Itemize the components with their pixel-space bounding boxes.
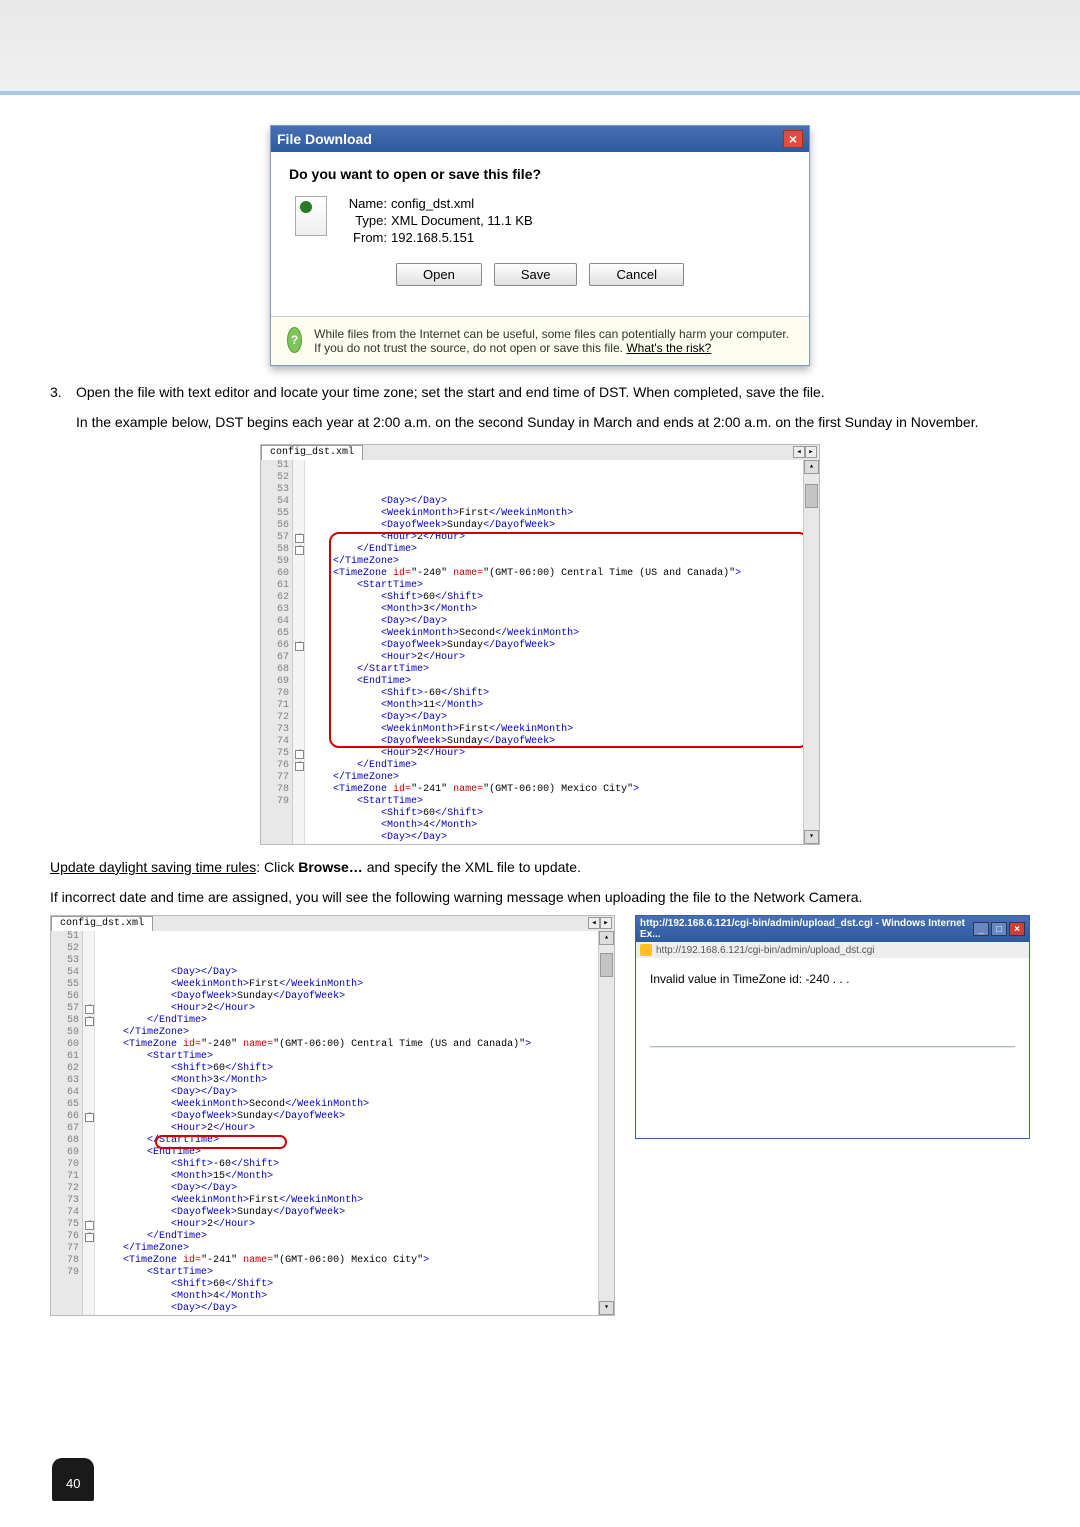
editor-tab[interactable]: config_dst.xml <box>261 445 363 460</box>
browse-label: Browse… <box>298 859 363 875</box>
close-icon[interactable]: × <box>783 130 803 148</box>
dialog-titlebar: File Download × <box>271 126 809 152</box>
dialog-question: Do you want to open or save this file? <box>289 166 791 182</box>
line-number-gutter: 5152535455565758596061626364656667686970… <box>261 460 293 844</box>
browser-url: http://192.168.6.121/cgi-bin/admin/uploa… <box>656 945 875 956</box>
browser-body: Invalid value in TimeZone id: -240 . . . <box>636 958 1029 1138</box>
from-value: 192.168.5.151 <box>391 230 474 245</box>
scroll-down-icon[interactable]: ▾ <box>599 1301 614 1315</box>
scroll-down-icon[interactable]: ▾ <box>804 830 819 844</box>
minimize-icon[interactable]: _ <box>973 922 989 936</box>
scroll-up-icon[interactable]: ▴ <box>804 460 819 474</box>
file-xml-icon <box>295 196 327 236</box>
editor-tabbar: config_dst.xml ◂ ▸ <box>261 445 819 460</box>
example-paragraph: In the example below, DST begins each ye… <box>76 414 1030 430</box>
name-value: config_dst.xml <box>391 196 474 211</box>
page-header-band <box>0 0 1080 95</box>
page-icon <box>640 944 652 956</box>
code-area[interactable]: <Day></Day> <WeekinMonth>First</WeekinMo… <box>305 460 803 844</box>
save-button[interactable]: Save <box>494 263 578 286</box>
type-value: XML Document, 11.1 KB <box>391 213 533 228</box>
fold-gutter[interactable] <box>83 931 95 1315</box>
whats-the-risk-link[interactable]: What's the risk? <box>626 341 711 355</box>
xml-editor-2: config_dst.xml ◂ ▸ 515253545556575859606… <box>50 915 615 1316</box>
page-number: 40 <box>52 1458 94 1501</box>
vertical-scrollbar[interactable]: ▴ ▾ <box>803 460 819 844</box>
fold-gutter[interactable] <box>293 460 305 844</box>
code-area[interactable]: <Day></Day> <WeekinMonth>First</WeekinMo… <box>95 931 598 1315</box>
tab-scroll-left-icon[interactable]: ◂ <box>793 446 805 458</box>
from-label: From: <box>341 230 387 245</box>
type-label: Type: <box>341 213 387 228</box>
editor-tab[interactable]: config_dst.xml <box>51 916 153 931</box>
shield-help-icon: ? <box>287 327 302 353</box>
xml-editor-1: config_dst.xml ◂ ▸ 515253545556575859606… <box>260 444 820 845</box>
cancel-button[interactable]: Cancel <box>589 263 683 286</box>
maximize-icon[interactable]: □ <box>991 922 1007 936</box>
dialog-title-text: File Download <box>277 131 372 147</box>
incorrect-paragraph: If incorrect date and time are assigned,… <box>50 889 1030 905</box>
open-button[interactable]: Open <box>396 263 482 286</box>
browser-title: http://192.168.6.121/cgi-bin/admin/uploa… <box>640 918 973 940</box>
error-message: Invalid value in TimeZone id: -240 . . . <box>650 972 1015 986</box>
line-number-gutter: 5152535455565758596061626364656667686970… <box>51 931 83 1315</box>
dialog-warning-text: While files from the Internet can be use… <box>314 327 793 355</box>
scroll-thumb[interactable] <box>600 953 613 977</box>
step-number: 3. <box>50 384 70 400</box>
scroll-thumb[interactable] <box>805 484 818 508</box>
step-text: Open the file with text editor and locat… <box>76 384 825 400</box>
browser-address-bar[interactable]: http://192.168.6.121/cgi-bin/admin/uploa… <box>636 942 1029 958</box>
browser-error-window: http://192.168.6.121/cgi-bin/admin/uploa… <box>635 915 1030 1139</box>
vertical-scrollbar[interactable]: ▴ ▾ <box>598 931 614 1315</box>
file-fields: Name: config_dst.xml Type: XML Document, 1… <box>341 196 533 247</box>
tab-scroll-right-icon[interactable]: ▸ <box>805 446 817 458</box>
scroll-up-icon[interactable]: ▴ <box>599 931 614 945</box>
name-label: Name: <box>341 196 387 211</box>
tab-scroll-right-icon[interactable]: ▸ <box>600 917 612 929</box>
close-icon[interactable]: × <box>1009 922 1025 936</box>
update-sentence: Update daylight saving time rules: Click… <box>50 859 1030 875</box>
file-download-dialog: File Download × Do you want to open or s… <box>270 125 810 366</box>
tab-scroll-left-icon[interactable]: ◂ <box>588 917 600 929</box>
